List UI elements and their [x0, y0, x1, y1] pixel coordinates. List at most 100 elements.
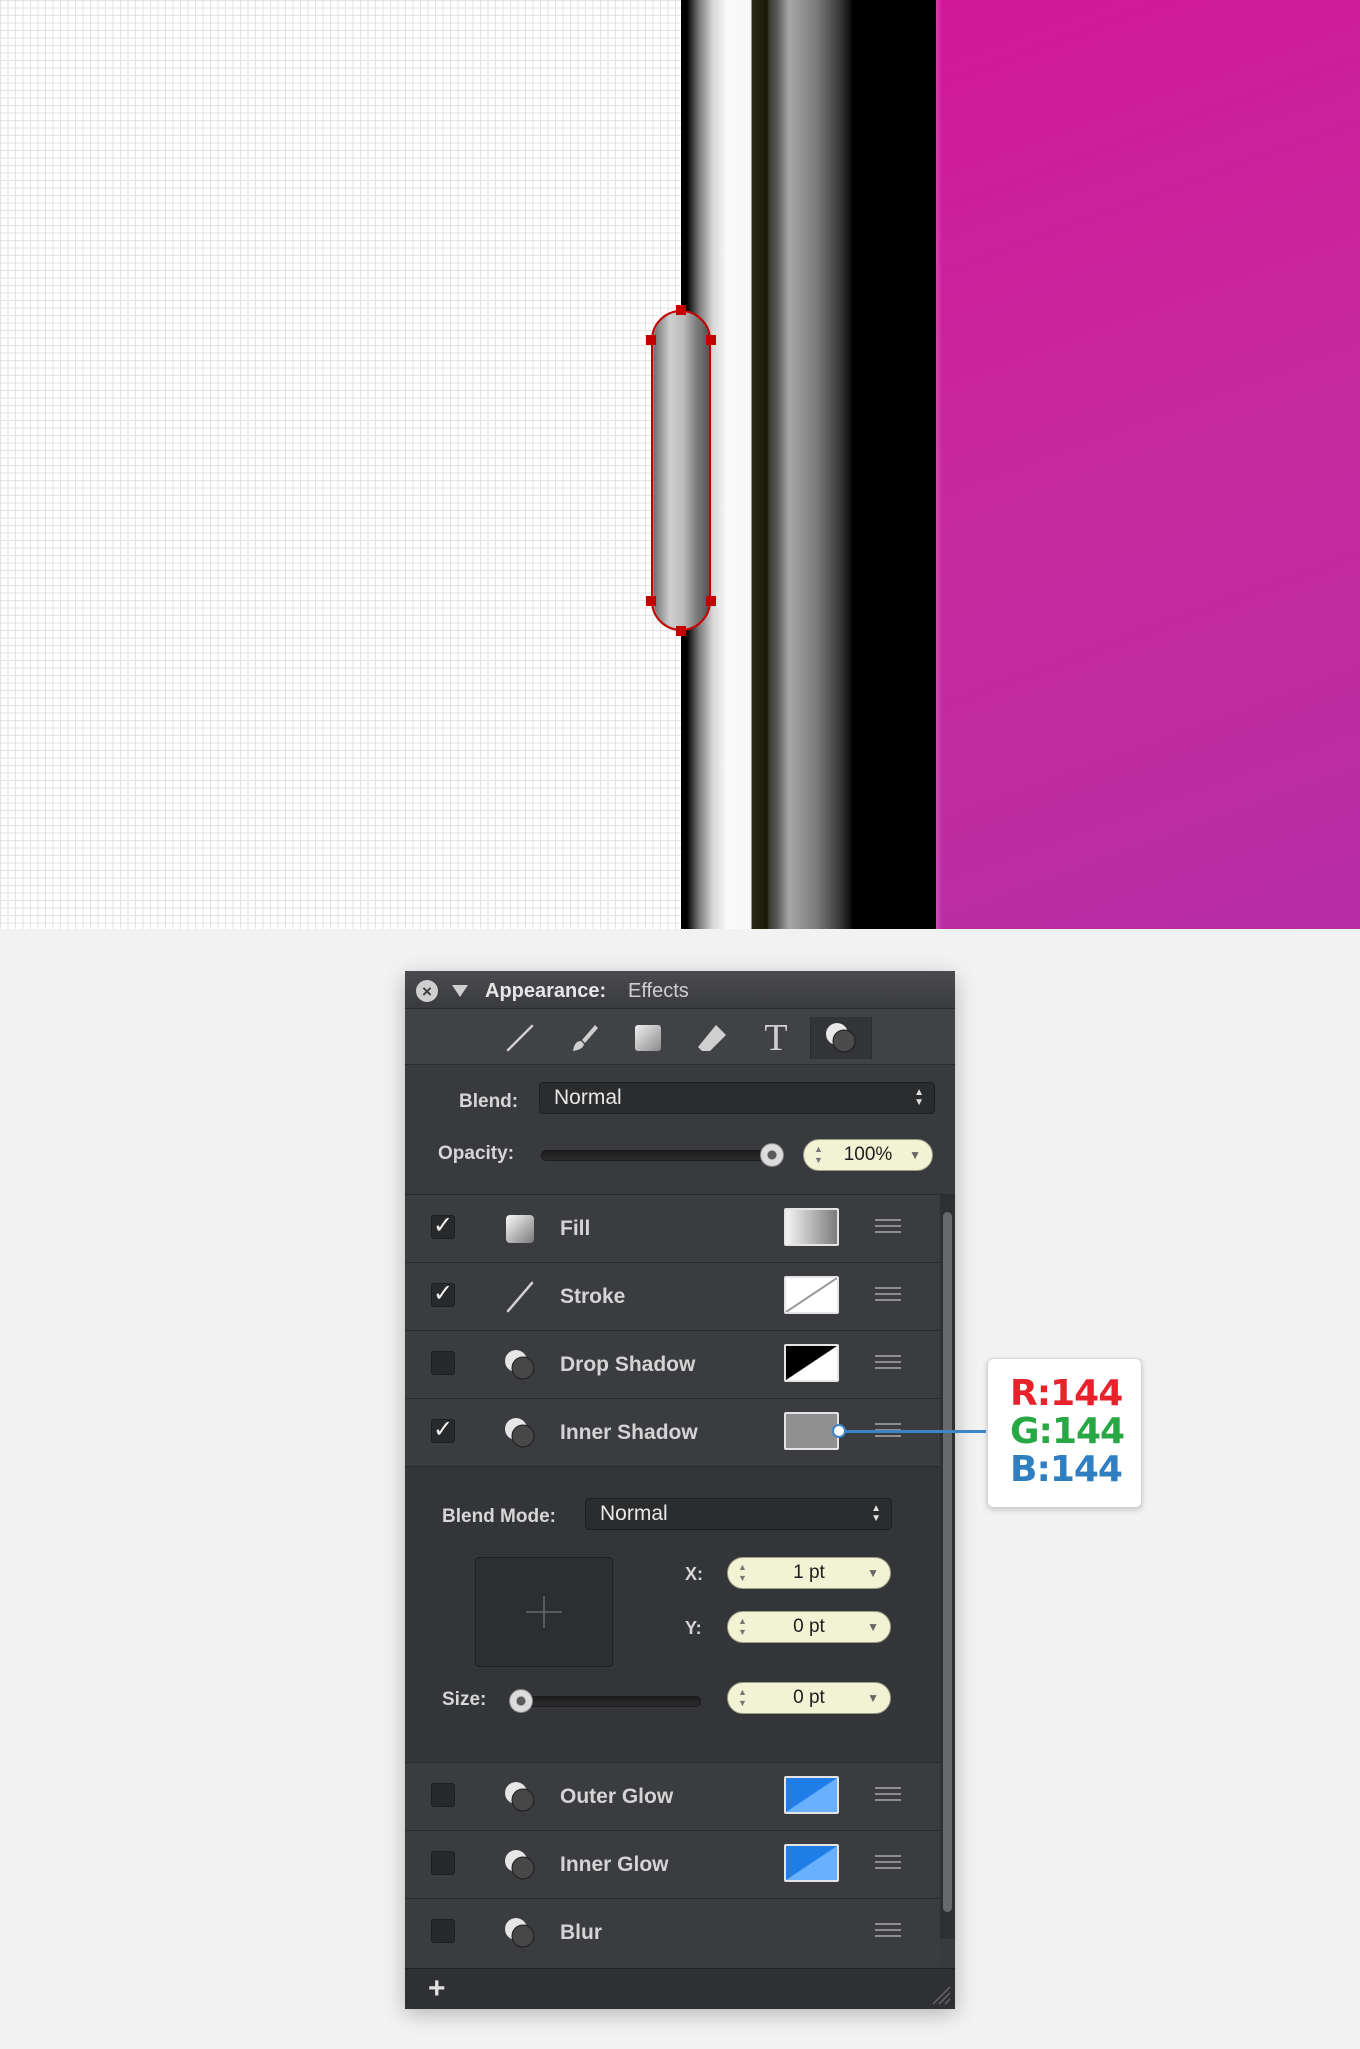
selected-side-button-shape[interactable] — [651, 310, 711, 631]
chevron-down-icon[interactable]: ▼ — [867, 1612, 879, 1642]
callout-connector — [841, 1430, 986, 1433]
size-slider[interactable] — [513, 1696, 701, 1707]
drag-handle-icon[interactable] — [875, 1923, 901, 1939]
inner-glow-checkbox[interactable] — [431, 1851, 455, 1875]
stroke-icon — [506, 1281, 534, 1313]
panel-title: Appearance: — [485, 980, 607, 1002]
drag-handle-icon[interactable] — [875, 1219, 901, 1235]
effect-label: Blur — [560, 1921, 602, 1944]
resize-grip-icon[interactable] — [931, 1985, 951, 2005]
eraser-tool-icon[interactable] — [686, 1017, 738, 1059]
selection-handle-bottom[interactable] — [676, 626, 686, 636]
selection-handle-top-left[interactable] — [646, 335, 656, 345]
rgb-red-value: R:144 — [1010, 1373, 1123, 1414]
stepper-arrows-icon[interactable]: ▲ ▼ — [738, 1562, 747, 1584]
selection-handle-bottom-left[interactable] — [646, 596, 656, 606]
drop-shadow-checkbox[interactable] — [431, 1351, 455, 1375]
effect-row-outer-glow[interactable]: Outer Glow — [405, 1762, 940, 1831]
drag-handle-icon[interactable] — [875, 1355, 901, 1371]
effects-icon — [505, 1918, 535, 1948]
crosshair-icon — [526, 1596, 562, 1628]
effects-icon — [505, 1850, 535, 1880]
effect-label: Inner Glow — [560, 1853, 669, 1876]
chevron-down-icon[interactable]: ▼ — [867, 1558, 879, 1588]
outer-glow-checkbox[interactable] — [431, 1783, 455, 1807]
blend-mode-value: Normal — [600, 1502, 668, 1525]
close-icon[interactable]: × — [416, 980, 438, 1002]
effect-label: Drop Shadow — [560, 1353, 696, 1376]
drag-handle-icon[interactable] — [875, 1787, 901, 1803]
effect-row-inner-glow[interactable]: Inner Glow — [405, 1830, 940, 1899]
stroke-swatch[interactable] — [784, 1276, 839, 1314]
opacity-slider[interactable] — [541, 1150, 780, 1161]
drop-shadow-swatch[interactable] — [784, 1344, 839, 1382]
x-stepper[interactable]: ▲ ▼ 1 pt ▼ — [727, 1557, 891, 1589]
scrollbar-thumb[interactable] — [943, 1212, 952, 1912]
blend-select-value: Normal — [554, 1086, 622, 1109]
blend-mode-select[interactable]: Normal ▲ ▼ — [585, 1498, 892, 1530]
inner-shadow-checkbox[interactable]: ✓ — [431, 1418, 455, 1443]
fill-checkbox[interactable]: ✓ — [431, 1214, 455, 1239]
stroke-checkbox[interactable]: ✓ — [431, 1282, 455, 1307]
effects-tool-icon[interactable] — [810, 1017, 872, 1059]
chevron-down-icon[interactable]: ▼ — [867, 1683, 879, 1713]
size-slider-knob[interactable] — [509, 1689, 533, 1713]
outer-glow-swatch[interactable] — [784, 1776, 839, 1814]
phone-screen-artwork — [936, 0, 1360, 929]
effect-label: Fill — [560, 1217, 591, 1240]
inner-shadow-settings: Blend Mode: Normal ▲ ▼ X: ▲ ▼ 1 pt ▼ Y: ▲ ▼… — [405, 1466, 940, 1763]
effect-row-stroke[interactable]: ✓ Stroke — [405, 1262, 940, 1331]
panel-footer: + — [405, 1968, 955, 2009]
add-effect-button[interactable]: + — [428, 1972, 446, 2006]
rgb-callout: R:144 G:144 B:144 — [987, 1358, 1142, 1508]
stepper-arrows-icon[interactable]: ▲ ▼ — [738, 1616, 747, 1638]
effect-label: Stroke — [560, 1285, 626, 1308]
x-label: X: — [685, 1564, 703, 1584]
selection-handle-bottom-right[interactable] — [706, 596, 716, 606]
panel-subtitle: Effects — [628, 980, 689, 1002]
stepper-arrows-icon[interactable]: ▲ ▼ — [738, 1687, 747, 1709]
opacity-stepper[interactable]: ▲ ▼ 100% ▼ — [803, 1139, 933, 1171]
shadow-offset-pad[interactable] — [475, 1557, 613, 1667]
appearance-panel: × Appearance: Effects T Blend: Normal ▲ ▼… — [405, 971, 955, 2009]
chevron-down-icon[interactable]: ▼ — [909, 1140, 921, 1170]
panel-titlebar[interactable]: × Appearance: Effects — [405, 971, 955, 1008]
blur-checkbox[interactable] — [431, 1919, 455, 1943]
effects-icon — [505, 1418, 535, 1448]
size-value: 0 pt — [793, 1687, 825, 1708]
y-stepper[interactable]: ▲ ▼ 0 pt ▼ — [727, 1611, 891, 1643]
select-arrows-icon: ▲ ▼ — [871, 1503, 881, 1524]
appearance-toolbar: T — [405, 1008, 955, 1065]
blend-mode-label: Blend Mode: — [442, 1506, 556, 1527]
fill-swatch[interactable] — [784, 1208, 839, 1246]
effect-row-fill[interactable]: ✓ Fill — [405, 1194, 940, 1263]
line-tool-icon[interactable] — [494, 1017, 546, 1059]
callout-anchor-dot — [832, 1424, 846, 1438]
drag-handle-icon[interactable] — [875, 1287, 901, 1303]
rgb-blue-value: B:144 — [1010, 1449, 1123, 1490]
inner-shadow-swatch[interactable] — [784, 1412, 839, 1450]
selection-handle-top-right[interactable] — [706, 335, 716, 345]
brush-tool-icon[interactable] — [558, 1017, 610, 1059]
effects-icon — [505, 1350, 535, 1380]
size-stepper[interactable]: ▲ ▼ 0 pt ▼ — [727, 1682, 891, 1714]
effect-row-drop-shadow[interactable]: Drop Shadow — [405, 1330, 940, 1399]
effect-row-blur[interactable]: Blur — [405, 1898, 940, 1967]
drag-handle-icon[interactable] — [875, 1855, 901, 1871]
text-tool-icon[interactable]: T — [750, 1017, 802, 1059]
opacity-value: 100% — [843, 1144, 893, 1165]
stepper-arrows-icon[interactable]: ▲ ▼ — [814, 1144, 823, 1166]
collapse-triangle-icon[interactable] — [452, 985, 468, 997]
selection-handle-top[interactable] — [676, 305, 686, 315]
y-label: Y: — [685, 1618, 702, 1638]
phone-edge-artwork — [681, 0, 937, 929]
effect-label: Outer Glow — [560, 1785, 674, 1808]
blend-select[interactable]: Normal ▲ ▼ — [539, 1082, 935, 1114]
design-canvas[interactable] — [0, 0, 1360, 929]
fill-icon — [506, 1215, 534, 1243]
shape-tool-icon[interactable] — [622, 1017, 674, 1059]
inner-glow-swatch[interactable] — [784, 1844, 839, 1882]
opacity-slider-knob[interactable] — [760, 1143, 784, 1167]
scrollbar[interactable] — [940, 1194, 955, 1939]
size-label: Size: — [442, 1689, 487, 1710]
